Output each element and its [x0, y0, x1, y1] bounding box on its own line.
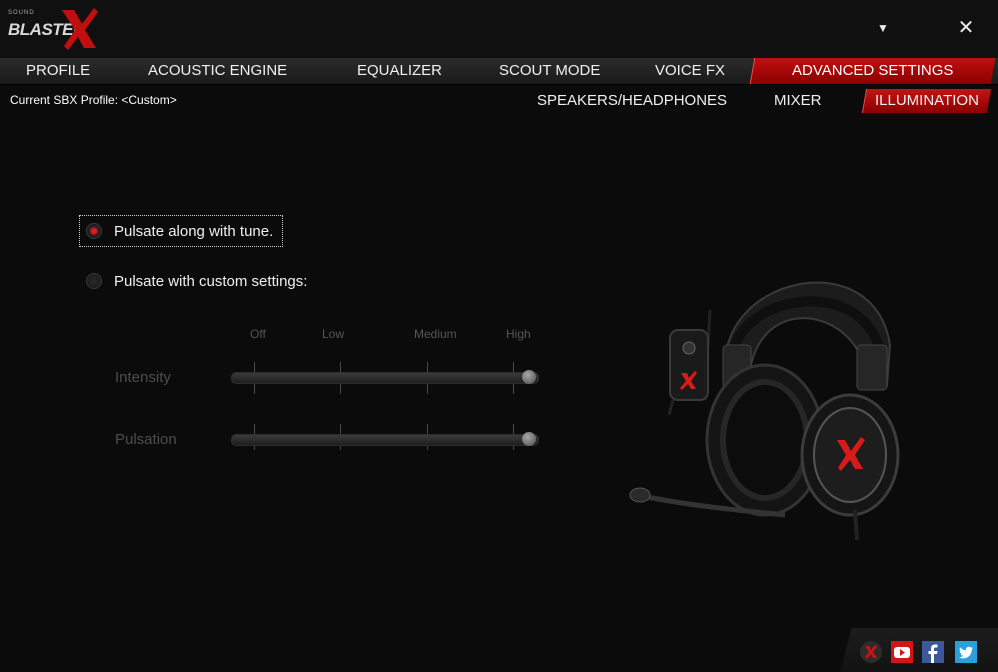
- subtab-mixer[interactable]: MIXER: [774, 89, 822, 113]
- subtab-illumination[interactable]: ILLUMINATION: [861, 89, 992, 113]
- current-profile-label: Current SBX Profile: <Custom>: [10, 93, 177, 107]
- youtube-icon[interactable]: [890, 640, 914, 664]
- scale-label-medium: Medium: [414, 327, 457, 341]
- facebook-icon[interactable]: [921, 640, 945, 664]
- scale-label-high: High: [506, 327, 531, 341]
- logo-x-icon: [62, 8, 98, 50]
- title-bar: SOUND BLASTER ▼ ✕: [0, 0, 998, 58]
- pulsation-slider[interactable]: [231, 432, 539, 446]
- sound-blaster-x-logo: SOUND BLASTER: [8, 8, 100, 50]
- twitter-icon[interactable]: [954, 640, 978, 664]
- pulsation-slider-thumb[interactable]: [522, 432, 536, 446]
- window-close-button[interactable]: ✕: [953, 16, 979, 40]
- intensity-slider[interactable]: [231, 370, 539, 384]
- headset-image: [629, 281, 900, 541]
- tab-equalizer[interactable]: EQUALIZER: [357, 58, 442, 84]
- intensity-label: Intensity: [115, 369, 171, 386]
- radio-button-selected[interactable]: [86, 223, 102, 239]
- intensity-slider-thumb[interactable]: [522, 370, 536, 384]
- tab-voice-fx[interactable]: VOICE FX: [655, 58, 725, 84]
- sound-blaster-x-icon[interactable]: [859, 640, 883, 664]
- scale-label-low: Low: [322, 327, 345, 341]
- tab-profile[interactable]: PROFILE: [26, 58, 90, 84]
- radio-option-custom-settings[interactable]: Pulsate with custom settings:: [80, 266, 307, 296]
- radio-option-pulsate-tune[interactable]: Pulsate along with tune.: [79, 215, 283, 247]
- tab-acoustic-engine[interactable]: ACOUSTIC ENGINE: [148, 58, 287, 84]
- radio-label: Pulsate along with tune.: [114, 222, 274, 240]
- logo-small-text: SOUND: [8, 10, 35, 16]
- subtab-speakers-headphones[interactable]: SPEAKERS/HEADPHONES: [537, 89, 727, 113]
- main-navigation: PROFILE ACOUSTIC ENGINE EQUALIZER SCOUT …: [0, 58, 998, 85]
- pulsation-label: Pulsation: [115, 431, 177, 448]
- tab-advanced-settings[interactable]: ADVANCED SETTINGS: [749, 58, 996, 84]
- scale-label-off: Off: [250, 327, 266, 341]
- tab-scout-mode[interactable]: SCOUT MODE: [499, 58, 600, 84]
- radio-label: Pulsate with custom settings:: [114, 272, 308, 290]
- radio-button[interactable]: [86, 273, 102, 289]
- window-menu-button[interactable]: ▼: [870, 16, 896, 40]
